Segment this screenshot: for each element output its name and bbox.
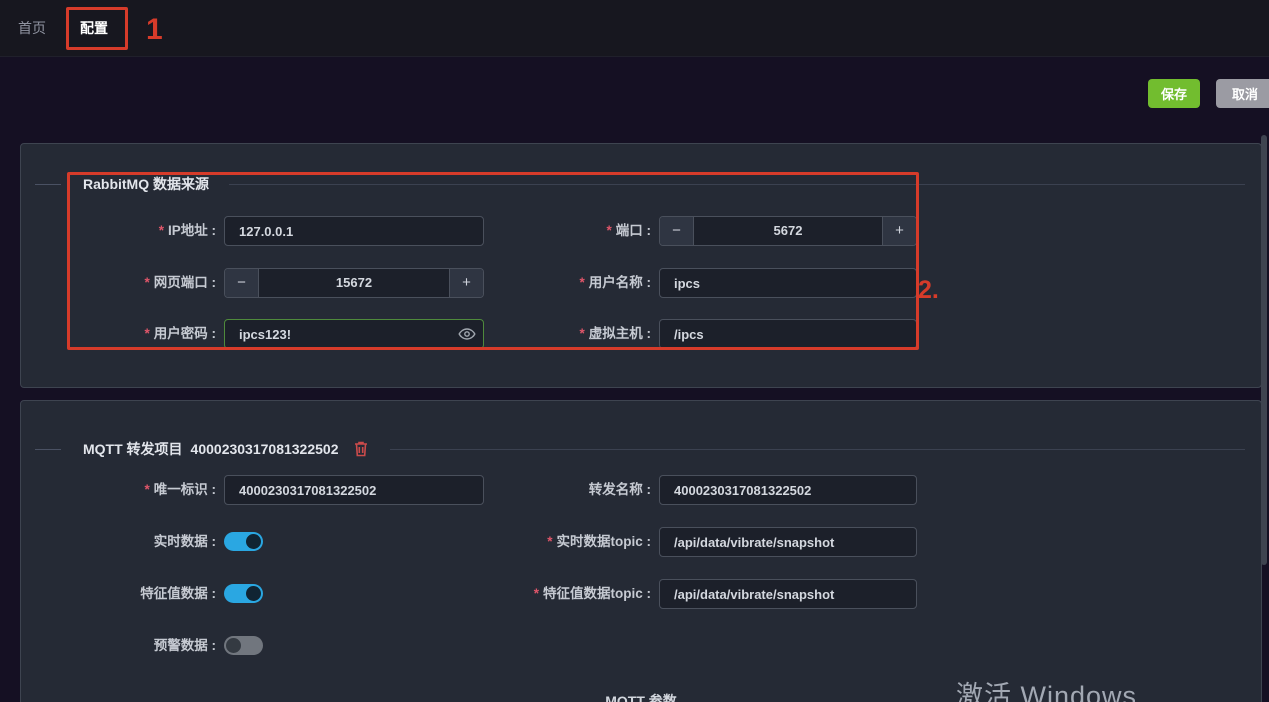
alarm-field-item: 预警数据 : bbox=[41, 631, 511, 661]
tab-home[interactable]: 首页 bbox=[14, 0, 50, 57]
vhost-input[interactable] bbox=[659, 319, 917, 349]
username-input[interactable] bbox=[659, 268, 917, 298]
required-asterisk: * bbox=[606, 223, 611, 238]
username-label: *用户名称 : bbox=[441, 268, 651, 298]
feature-topic-input[interactable] bbox=[659, 579, 917, 609]
port-decrease-button[interactable]: − bbox=[660, 217, 694, 245]
rabbitmq-legend: RabbitMQ 数据来源 bbox=[83, 174, 209, 194]
forward-name-field-item: 转发名称 : bbox=[41, 475, 941, 505]
top-nav-bar: 首页 配置 bbox=[0, 0, 1269, 57]
port-value[interactable]: 5672 bbox=[694, 217, 882, 245]
vertical-scrollbar[interactable] bbox=[1261, 135, 1267, 565]
delete-project-button[interactable] bbox=[352, 440, 370, 458]
feature-topic-field-item: *特征值数据topic : bbox=[41, 579, 941, 609]
mqtt-project-id: 4000230317081322502 bbox=[191, 441, 339, 457]
forward-name-label: 转发名称 : bbox=[441, 475, 651, 505]
required-asterisk: * bbox=[579, 326, 584, 341]
port-increase-button[interactable]: + bbox=[882, 217, 916, 245]
forward-name-input[interactable] bbox=[659, 475, 917, 505]
legend-rule bbox=[390, 449, 1245, 450]
save-button[interactable]: 保存 bbox=[1148, 79, 1200, 108]
required-asterisk: * bbox=[534, 586, 539, 601]
mqtt-forward-card: MQTT 转发项目 4000230317081322502 *唯一标识 : 转发… bbox=[20, 400, 1262, 702]
cancel-button[interactable]: 取消 bbox=[1216, 79, 1269, 108]
required-asterisk: * bbox=[547, 534, 552, 549]
realtime-topic-field-item: *实时数据topic : bbox=[41, 527, 941, 557]
mqtt-legend-row: MQTT 转发项目 4000230317081322502 bbox=[21, 439, 1261, 459]
feature-topic-label: *特征值数据topic : bbox=[441, 579, 651, 609]
rabbitmq-card: RabbitMQ 数据来源 *IP地址 : *端口 : − 5672 + *网页… bbox=[20, 143, 1262, 388]
required-asterisk: * bbox=[579, 275, 584, 290]
vhost-label: *虚拟主机 : bbox=[441, 319, 651, 349]
legend-dash bbox=[35, 449, 61, 450]
tab-config[interactable]: 配置 bbox=[76, 0, 112, 57]
port-stepper: − 5672 + bbox=[659, 216, 917, 246]
alarm-label: 预警数据 : bbox=[41, 631, 216, 661]
mqtt-legend-prefix: MQTT 转发项目 bbox=[83, 439, 183, 459]
realtime-topic-input[interactable] bbox=[659, 527, 917, 557]
toggle-knob bbox=[226, 638, 241, 653]
port-field-item: *端口 : − 5672 + bbox=[41, 216, 941, 246]
legend-dash bbox=[35, 184, 61, 185]
vhost-field-item: *虚拟主机 : bbox=[41, 319, 941, 349]
rabbitmq-legend-row: RabbitMQ 数据来源 bbox=[21, 174, 1261, 194]
realtime-topic-label: *实时数据topic : bbox=[441, 527, 651, 557]
username-field-item: *用户名称 : bbox=[41, 268, 941, 298]
alarm-toggle[interactable] bbox=[224, 636, 263, 655]
port-label: *端口 : bbox=[441, 216, 651, 246]
legend-rule bbox=[229, 184, 1245, 185]
trash-icon bbox=[354, 441, 368, 457]
windows-activation-watermark: 激活 Windows bbox=[956, 674, 1137, 702]
